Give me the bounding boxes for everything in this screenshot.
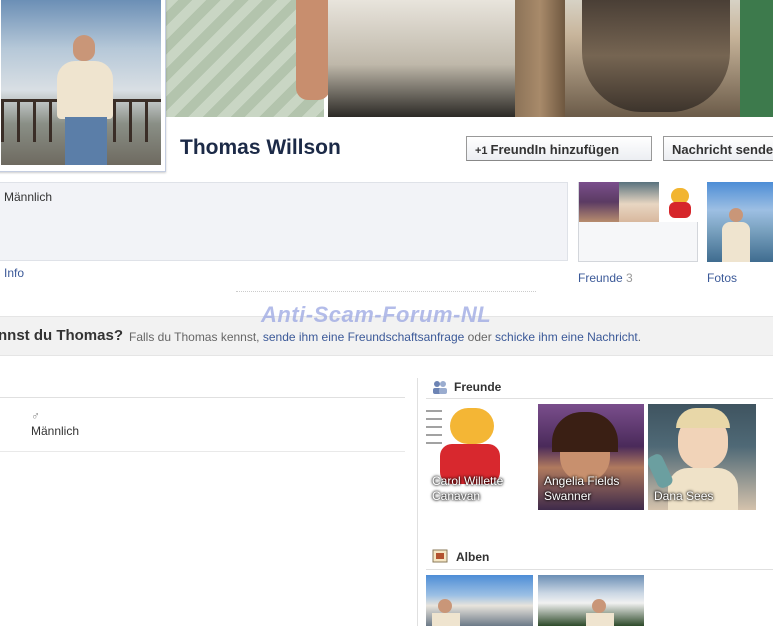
prompt-question: nnst du Thomas? [0, 327, 123, 344]
friends-section-title[interactable]: Freunde [454, 380, 501, 394]
divider [236, 291, 536, 293]
column-divider [417, 378, 418, 626]
friend-tile[interactable]: Angelia Fields Swanner [538, 404, 644, 510]
add-friend-button[interactable]: +1 FreundIn hinzufügen [466, 136, 652, 161]
photos-thumb[interactable] [707, 182, 773, 262]
prompt-text: Falls du Thomas kennst, sende ihm eine F… [129, 330, 641, 344]
friend-thumb[interactable] [619, 182, 659, 222]
info-gender: Männlich [4, 190, 53, 204]
albums-section-title[interactable]: Alben [456, 550, 489, 564]
friend-thumb[interactable] [659, 182, 699, 222]
send-message-link[interactable]: schicke ihm eine Nachricht [495, 330, 638, 344]
friends-count: 3 [626, 271, 633, 285]
friend-thumb[interactable] [579, 182, 619, 222]
friend-tile[interactable]: Carol Willette Canavan [426, 404, 532, 510]
friend-name: Angelia Fields Swanner [544, 474, 620, 503]
prompt-mid: oder [467, 330, 492, 344]
profile-picture[interactable] [0, 0, 166, 172]
divider [0, 397, 405, 398]
friends-icon [432, 380, 448, 394]
watermark: Anti-Scam-Forum-NL [261, 302, 492, 327]
add-friend-icon: +1 [475, 145, 488, 157]
divider [426, 569, 773, 570]
friend-name: Dana Sees [654, 489, 714, 503]
photos-link[interactable]: Fotos [707, 271, 737, 285]
profile-name: Thomas Willson [180, 136, 341, 159]
male-icon: ♂ [31, 409, 40, 423]
album-thumb[interactable] [538, 575, 644, 626]
divider [0, 451, 405, 452]
prompt-end: . [637, 330, 642, 344]
prompt-lead: Falls du Thomas kennst, [129, 330, 260, 344]
add-friend-label: FreundIn hinzufügen [490, 142, 620, 157]
album-thumb[interactable] [426, 575, 533, 626]
send-message-button[interactable]: Nachricht senden [663, 136, 773, 161]
friends-label: Freunde [578, 271, 623, 285]
friend-tile[interactable]: Dana Sees [648, 404, 756, 510]
friends-link[interactable]: Freunde 3 [578, 271, 633, 285]
info-link[interactable]: Info [4, 266, 24, 280]
divider [426, 398, 773, 399]
albums-icon [432, 549, 448, 563]
info-box [0, 182, 568, 261]
about-gender: Männlich [31, 424, 80, 438]
friend-name: Carol Willette Canavan [432, 474, 504, 503]
send-friend-request-link[interactable]: sende ihm eine Freundschaftsanfrage [263, 330, 464, 344]
